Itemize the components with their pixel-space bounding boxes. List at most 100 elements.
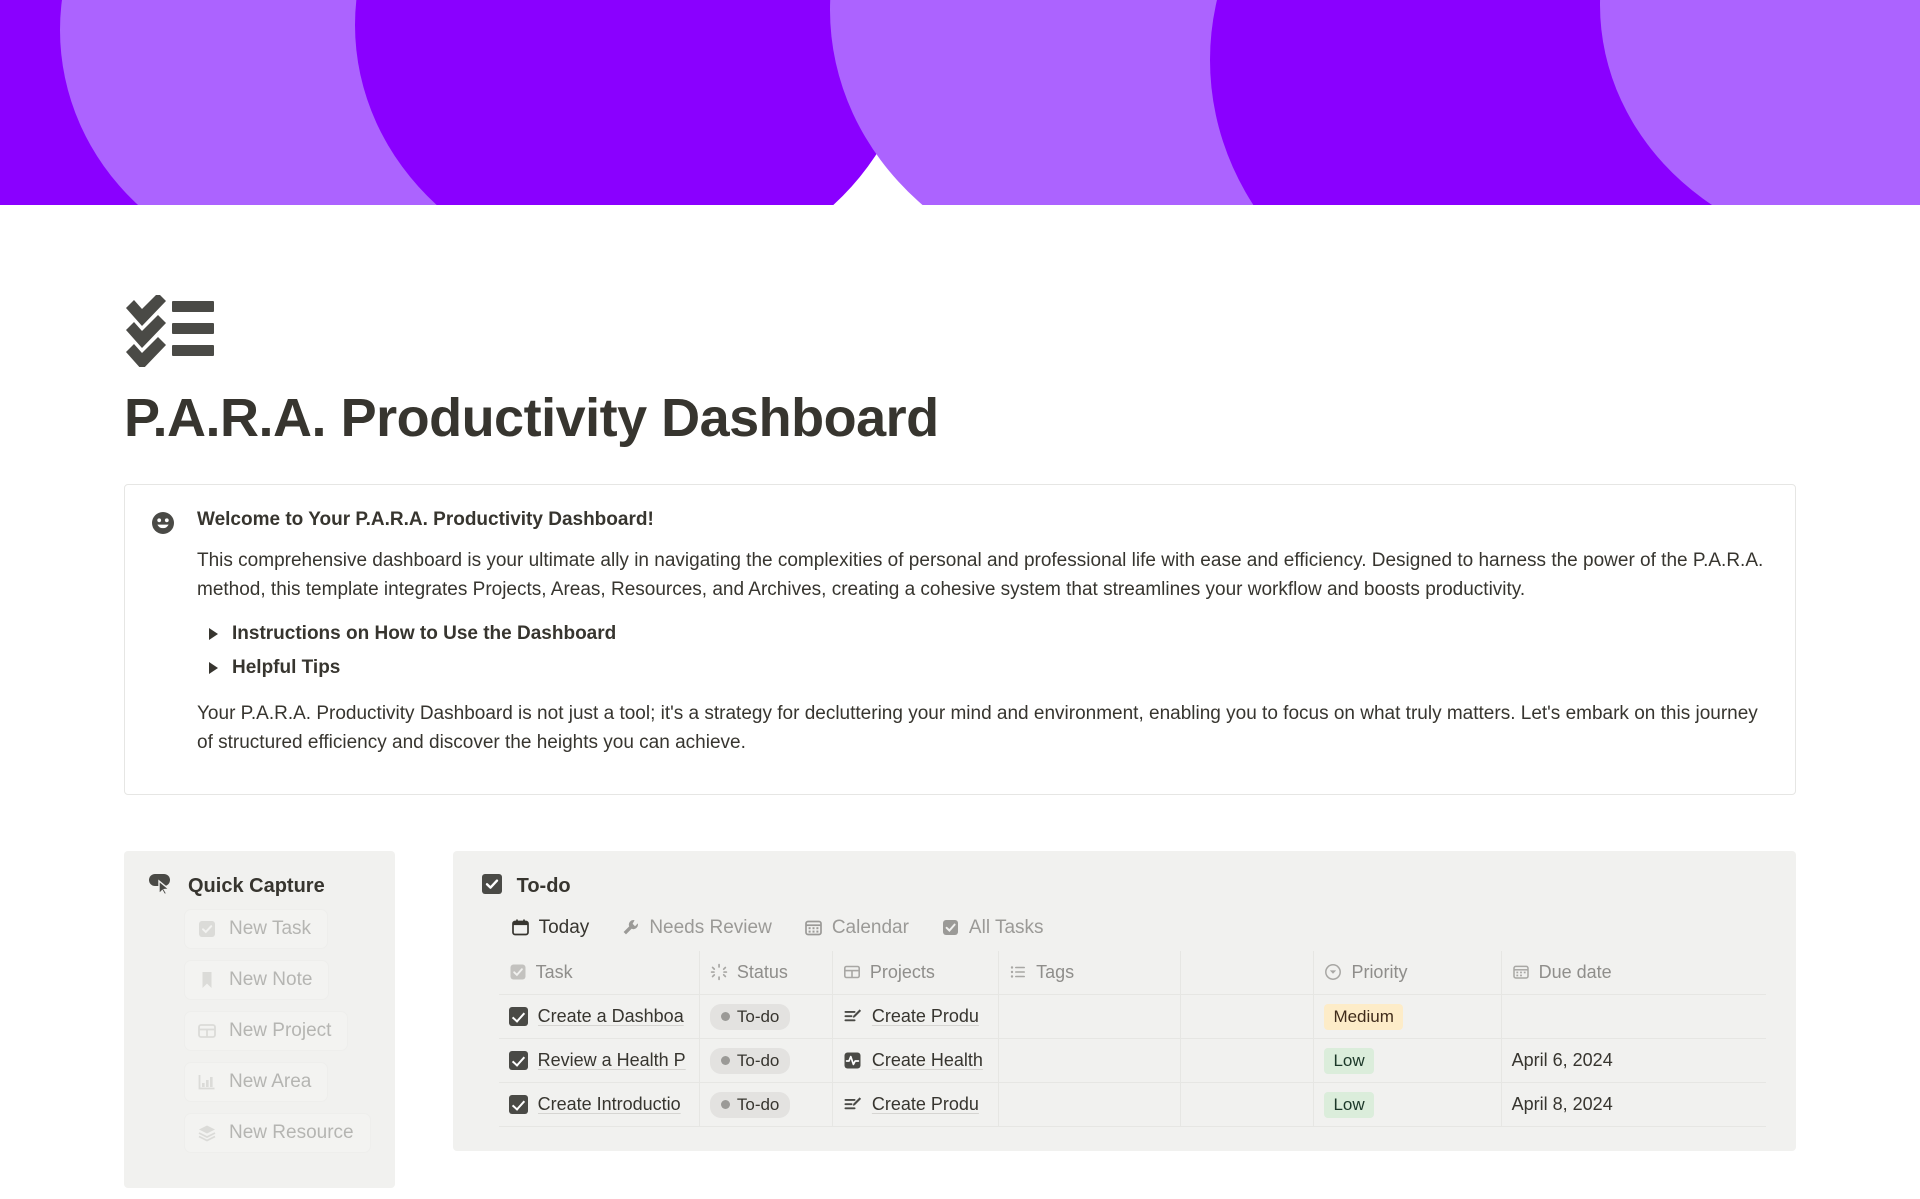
smiley-face-icon [151, 511, 175, 535]
todo-title: To-do [516, 875, 571, 898]
cell-project[interactable]: Create Health [832, 1038, 1000, 1083]
cell-task[interactable]: Create Introductio [498, 1082, 700, 1128]
tab-needs-review-label: Needs Review [649, 916, 772, 938]
todo-panel: To-do Today Needs Review Calendar All Ta… [452, 850, 1796, 1152]
project-link[interactable]: Create Produ [872, 1094, 979, 1115]
toggle-instructions[interactable]: Instructions on How to Use the Dashboard [197, 617, 1769, 651]
new-task-button[interactable]: New Task [184, 908, 329, 949]
cell-status[interactable]: To-do [699, 994, 833, 1039]
toggle-helpful-tips-label: Helpful Tips [232, 656, 341, 678]
status-dot-icon [720, 1100, 730, 1110]
calendar-icon [1512, 963, 1530, 981]
callout-toggle-list: Instructions on How to Use the Dashboard… [197, 617, 1769, 685]
cell-task[interactable]: Create a Dashboa [498, 994, 700, 1039]
cell-priority[interactable]: Low [1313, 1082, 1502, 1128]
status-label: To-do [736, 1006, 780, 1026]
column-header-projects[interactable]: Projects [832, 950, 1000, 995]
notes-edit-icon [843, 1095, 862, 1114]
status-label: To-do [736, 1050, 780, 1070]
callout-title: Welcome to Your P.A.R.A. Productivity Da… [197, 509, 654, 531]
table-row[interactable]: Create a Dashboa To-do Create Produ Medi… [498, 994, 1766, 1039]
tab-all-tasks-label: All Tasks [968, 916, 1044, 938]
status-label: To-do [736, 1094, 780, 1114]
cell-due-date[interactable]: April 6, 2024 [1501, 1038, 1766, 1083]
task-title[interactable]: Create Introductio [538, 1094, 681, 1115]
column-header-tags[interactable]: Tags [998, 950, 1182, 995]
column-header-task-label: Task [535, 961, 573, 982]
cell-tags[interactable] [998, 1038, 1182, 1083]
table-row[interactable]: Review a Health P To-do Create Health Lo… [498, 1038, 1766, 1083]
cover-banner [0, 0, 1920, 205]
toggle-instructions-label: Instructions on How to Use the Dashboard [232, 622, 617, 644]
cell-due-date[interactable]: April 8, 2024 [1501, 1082, 1766, 1128]
wrench-icon [621, 918, 640, 937]
checkbox-icon [481, 873, 503, 901]
cell-tags[interactable] [998, 994, 1182, 1039]
new-resource-button[interactable]: New Resource [184, 1112, 371, 1153]
cell-status[interactable]: To-do [699, 1038, 833, 1083]
todo-table: Task Status Projects Tags Priority Due d… [498, 950, 1766, 1128]
tab-all-tasks[interactable]: All Tasks [939, 911, 1046, 945]
new-note-label: New Note [229, 968, 313, 990]
cell-tags[interactable] [998, 1082, 1182, 1128]
bookmark-icon [197, 970, 217, 990]
status-badge: To-do [709, 1047, 791, 1074]
row-checkbox[interactable] [508, 1095, 528, 1115]
notes-edit-icon [843, 1007, 862, 1026]
new-project-button[interactable]: New Project [184, 1010, 349, 1051]
column-header-status[interactable]: Status [699, 950, 833, 995]
toggle-helpful-tips[interactable]: Helpful Tips [197, 651, 1769, 685]
new-project-label: New Project [229, 1019, 332, 1041]
priority-badge: Low [1324, 1091, 1374, 1118]
bar-chart-icon [197, 1072, 217, 1092]
status-spinner-icon [710, 963, 728, 981]
table-row[interactable]: Create Introductio To-do Create Produ Lo… [498, 1082, 1766, 1128]
checkbox-icon [197, 919, 217, 939]
due-date-value: April 8, 2024 [1511, 1094, 1613, 1115]
column-header-due-date-label: Due date [1538, 961, 1612, 982]
tab-needs-review[interactable]: Needs Review [619, 911, 774, 945]
tab-calendar[interactable]: Calendar [802, 911, 911, 945]
select-circle-icon [1324, 963, 1342, 981]
calendar-day-icon [511, 918, 530, 937]
column-header-priority-label: Priority [1351, 961, 1408, 982]
status-dot-icon [720, 1012, 730, 1022]
quick-capture-title: Quick Capture [188, 875, 325, 898]
new-area-button[interactable]: New Area [184, 1061, 329, 1102]
new-note-button[interactable]: New Note [184, 959, 330, 1000]
column-header-task[interactable]: Task [498, 950, 700, 995]
row-checkbox[interactable] [508, 1051, 528, 1071]
multi-select-icon [1009, 963, 1027, 981]
tab-today-label: Today [538, 916, 590, 938]
project-link[interactable]: Create Produ [872, 1006, 979, 1027]
cell-priority[interactable]: Low [1313, 1038, 1502, 1083]
layers-icon [197, 1123, 217, 1143]
page-body: P.A.R.A. Productivity Dashboard Welcome … [0, 293, 1920, 1188]
column-header-projects-label: Projects [869, 961, 935, 982]
cell-project[interactable]: Create Produ [832, 1082, 1000, 1128]
dashboard-columns: Quick Capture New Task New Note New Proj… [124, 850, 1796, 1188]
column-header-due-date[interactable]: Due date [1501, 951, 1766, 995]
priority-badge: Low [1324, 1047, 1374, 1074]
new-resource-label: New Resource [229, 1121, 354, 1143]
cell-task[interactable]: Review a Health P [498, 1038, 700, 1083]
tab-today[interactable]: Today [509, 911, 592, 945]
welcome-callout: Welcome to Your P.A.R.A. Productivity Da… [124, 484, 1796, 795]
cell-empty [1180, 1082, 1315, 1128]
column-header-priority[interactable]: Priority [1313, 950, 1502, 995]
project-link[interactable]: Create Health [872, 1050, 983, 1071]
cell-project[interactable]: Create Produ [832, 994, 1000, 1039]
todo-table-wrap: Task Status Projects Tags Priority Due d… [498, 950, 1766, 1128]
cell-empty [1180, 994, 1315, 1039]
cell-due-date[interactable] [1501, 994, 1766, 1039]
priority-badge: Medium [1324, 1003, 1403, 1030]
task-title[interactable]: Review a Health P [538, 1050, 686, 1071]
page-title: P.A.R.A. Productivity Dashboard [124, 388, 939, 448]
activity-pulse-icon [843, 1051, 862, 1070]
status-badge: To-do [709, 1003, 791, 1030]
task-title[interactable]: Create a Dashboa [538, 1006, 684, 1027]
status-dot-icon [720, 1056, 730, 1066]
row-checkbox[interactable] [508, 1007, 528, 1027]
cell-priority[interactable]: Medium [1313, 994, 1502, 1039]
cell-status[interactable]: To-do [699, 1082, 833, 1128]
